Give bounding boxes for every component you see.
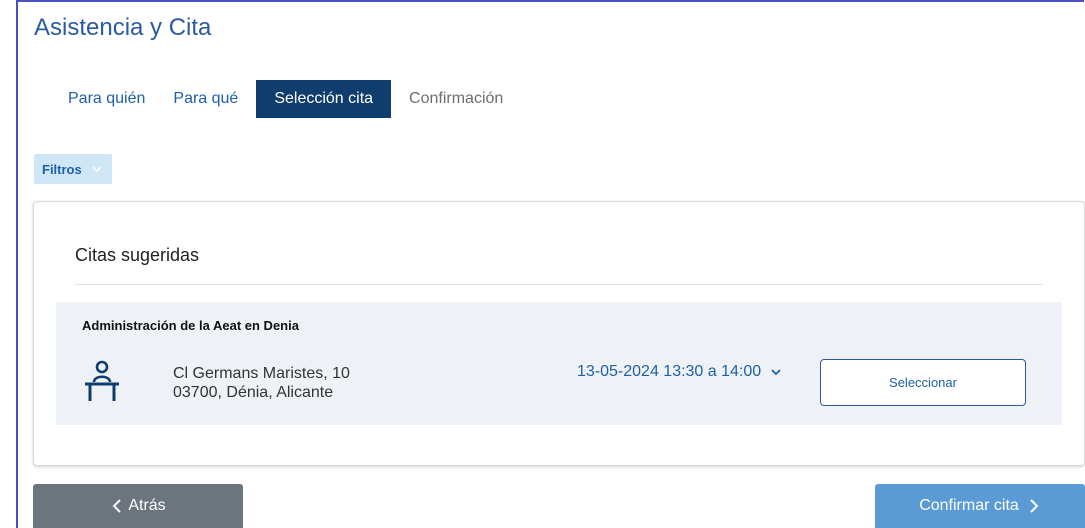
time-slot-dropdown[interactable]: 13-05-2024 13:30 a 14:00 <box>577 363 783 381</box>
confirm-appointment-button[interactable]: Confirmar cita <box>875 484 1085 528</box>
chevron-down-icon <box>769 365 783 379</box>
address-line-2: 03700, Dénia, Alicante <box>173 384 334 401</box>
suggested-appointments-card: Citas sugeridas Administración de la Aea… <box>33 201 1085 466</box>
address-line-1: Cl Germans Maristes, 10 <box>173 365 350 382</box>
card-title: Citas sugeridas <box>75 245 200 265</box>
filters-label: Filtros <box>42 161 82 177</box>
office-desk-person-icon <box>83 360 121 402</box>
office-appointment-row: Administración de la Aeat en Denia Cl Ge… <box>56 302 1062 425</box>
step-tabs: Para quién Para qué Selección cita Confi… <box>54 80 517 118</box>
tab-para-que[interactable]: Para qué <box>159 80 252 118</box>
time-slot-value: 13-05-2024 13:30 a 14:00 <box>577 363 762 380</box>
select-appointment-button[interactable]: Seleccionar <box>820 359 1026 406</box>
back-button[interactable]: Atrás <box>33 484 243 528</box>
tab-seleccion-cita[interactable]: Selección cita <box>256 80 392 118</box>
office-address: Cl Germans Maristes, 10 03700, Dénia, Al… <box>173 364 350 402</box>
tab-confirmacion: Confirmación <box>409 90 504 107</box>
filters-toggle[interactable]: Filtros <box>34 154 112 184</box>
confirm-button-label: Confirmar cita <box>919 497 1019 514</box>
back-button-label: Atrás <box>128 497 166 514</box>
chevron-right-icon <box>1027 498 1041 514</box>
tab-para-quien[interactable]: Para quién <box>54 80 159 118</box>
chevron-down-icon <box>90 162 104 176</box>
office-name: Administración de la Aeat en Denia <box>82 318 299 333</box>
divider <box>75 284 1043 285</box>
page-title: Asistencia y Cita <box>34 14 212 41</box>
chevron-left-icon <box>110 498 124 514</box>
